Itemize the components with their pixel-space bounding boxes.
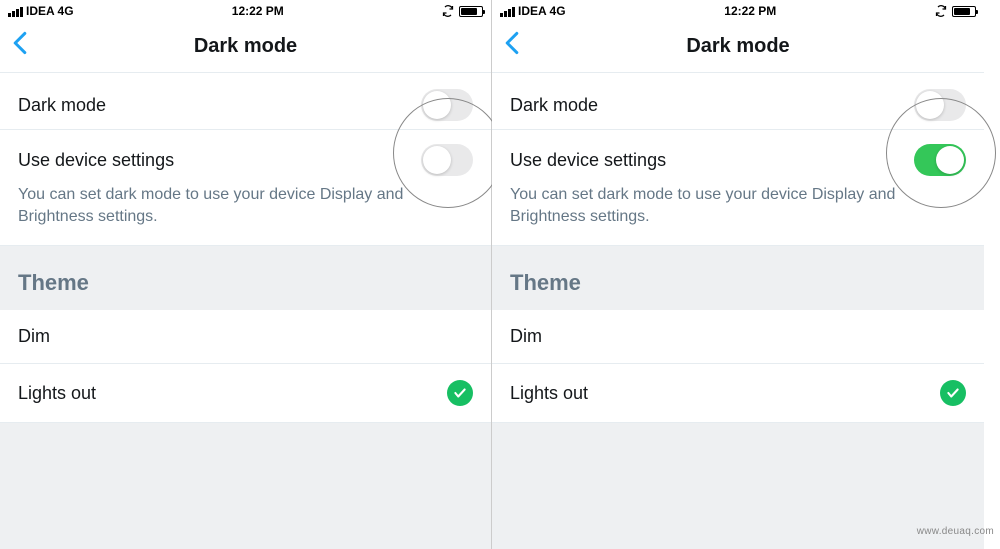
use-device-toggle[interactable] [914, 144, 966, 176]
use-device-label: Use device settings [18, 150, 174, 171]
theme-lightsout-row[interactable]: Lights out [0, 364, 491, 423]
theme-section-header: Theme [0, 246, 491, 310]
page-title: Dark mode [686, 35, 789, 58]
page-title: Dark mode [194, 35, 297, 58]
watermark: www.deuaq.com [917, 526, 994, 537]
battery-icon [459, 6, 483, 17]
signal-icon [500, 6, 515, 17]
phone-left: IDEA 4G 12:22 PM Dark mode Dark mode Use… [0, 0, 492, 549]
use-device-toggle[interactable] [421, 144, 473, 176]
header: Dark mode [0, 20, 491, 73]
back-button[interactable] [12, 30, 28, 62]
theme-dim-label: Dim [510, 326, 542, 347]
dark-mode-label: Dark mode [510, 95, 598, 116]
status-bar: IDEA 4G 12:22 PM [492, 0, 984, 20]
status-time: 12:22 PM [724, 4, 776, 18]
phone-right: IDEA 4G 12:22 PM Dark mode Dark mode Use… [492, 0, 984, 549]
theme-dim-label: Dim [18, 326, 50, 347]
use-device-label: Use device settings [510, 150, 666, 171]
theme-lightsout-row[interactable]: Lights out [492, 364, 984, 423]
sync-icon [935, 5, 948, 18]
dark-mode-row[interactable]: Dark mode [492, 73, 984, 129]
use-device-row[interactable]: Use device settings [0, 129, 491, 184]
carrier-label: IDEA 4G [518, 4, 566, 18]
use-device-subtext: You can set dark mode to use your device… [0, 184, 491, 246]
dark-mode-toggle[interactable] [421, 89, 473, 121]
checkmark-icon [447, 380, 473, 406]
theme-dim-row[interactable]: Dim [492, 310, 984, 364]
signal-icon [8, 6, 23, 17]
status-bar: IDEA 4G 12:22 PM [0, 0, 491, 20]
theme-lightsout-label: Lights out [18, 383, 96, 404]
status-time: 12:22 PM [232, 4, 284, 18]
back-button[interactable] [504, 30, 520, 62]
dark-mode-row[interactable]: Dark mode [0, 73, 491, 129]
header: Dark mode [492, 20, 984, 73]
use-device-subtext: You can set dark mode to use your device… [492, 184, 984, 246]
filler [0, 423, 491, 549]
dark-mode-label: Dark mode [18, 95, 106, 116]
sync-icon [442, 5, 455, 18]
checkmark-icon [940, 380, 966, 406]
carrier-label: IDEA 4G [26, 4, 74, 18]
theme-dim-row[interactable]: Dim [0, 310, 491, 364]
filler [492, 423, 984, 549]
theme-section-header: Theme [492, 246, 984, 310]
dark-mode-toggle[interactable] [914, 89, 966, 121]
use-device-row[interactable]: Use device settings [492, 129, 984, 184]
battery-icon [952, 6, 976, 17]
theme-lightsout-label: Lights out [510, 383, 588, 404]
